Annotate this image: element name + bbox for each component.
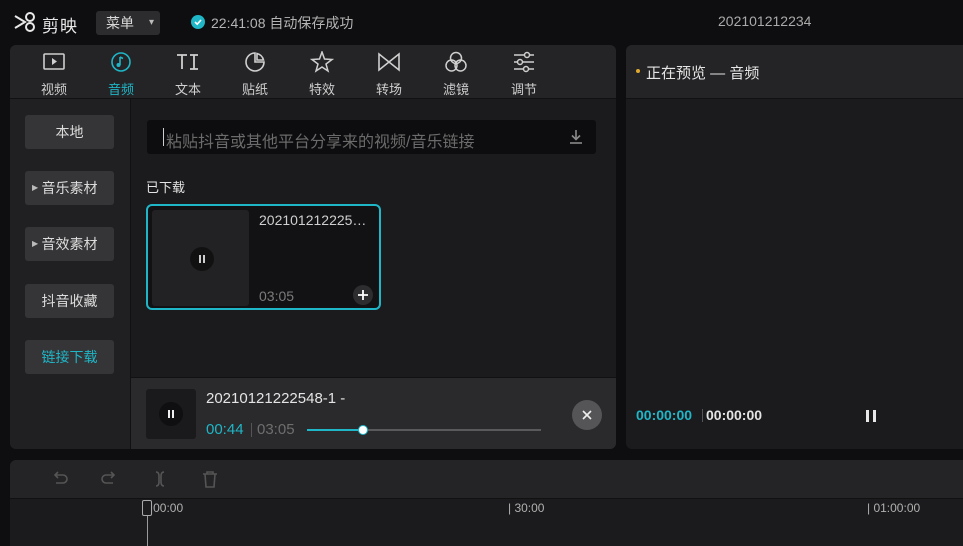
top-bar: 剪映 菜单 ▾ 22:41:08 自动保存成功 202101212234 xyxy=(0,0,963,44)
nav-item-link-download[interactable]: 链接下载 xyxy=(25,340,114,374)
tab-label: 滤镜 xyxy=(442,82,469,97)
nav-item-label: 链接下载 xyxy=(41,349,98,365)
redo-icon[interactable] xyxy=(98,468,120,490)
audio-player-bar: 20210121222548-1 - 00:44 03:05 xyxy=(131,377,616,449)
player-elapsed-time: 00:44 xyxy=(206,421,244,438)
nav-item-label: 音效素材 xyxy=(41,236,98,252)
audio-icon xyxy=(111,52,131,72)
player-progress-slider[interactable] xyxy=(307,425,541,435)
close-icon xyxy=(582,410,592,420)
link-input-placeholder: 粘贴抖音或其他平台分享来的视频/音乐链接 xyxy=(166,134,475,151)
split-icon[interactable] xyxy=(149,468,171,490)
adjust-icon xyxy=(514,51,534,73)
nav-item-douyin-favorites[interactable]: 抖音收藏 xyxy=(25,284,114,318)
tab-label: 贴纸 xyxy=(241,82,268,97)
nav-item-label: 音乐素材 xyxy=(41,180,98,196)
progress-handle[interactable] xyxy=(358,425,369,435)
tab-label: 特效 xyxy=(308,82,335,97)
transition-icon xyxy=(378,52,400,72)
downloaded-section-label: 已下载 xyxy=(146,180,186,195)
tab-sticker[interactable]: 贴纸 xyxy=(225,45,285,98)
tab-text[interactable]: 文本 xyxy=(158,45,218,98)
close-player-button[interactable] xyxy=(572,400,602,430)
player-total-time: 03:05 xyxy=(257,421,295,438)
tab-audio[interactable]: 音频 xyxy=(91,45,151,98)
time-divider xyxy=(251,423,252,437)
tick-label: | 01:00:00 xyxy=(867,501,921,515)
pause-icon[interactable] xyxy=(864,408,878,424)
audio-source-nav: 本地 ▶ 音乐素材 ▶ 音效素材 抖音收藏 链接下载 xyxy=(10,99,131,449)
effects-icon xyxy=(310,51,334,73)
media-panel: 视频 音频 文本 贴纸 特效 转场 滤镜 调节 本地 ▶ 音乐素材 ▶ 音效素材… xyxy=(10,45,616,449)
filter-icon xyxy=(445,51,467,72)
preview-header: 正在预览 — 音频 xyxy=(626,45,963,99)
tab-adjust[interactable]: 调节 xyxy=(494,45,554,98)
tick-label: | 30:00 xyxy=(508,501,545,515)
tab-label: 视频 xyxy=(40,82,67,97)
tab-filter[interactable]: 滤镜 xyxy=(426,45,486,98)
tab-transition[interactable]: 转场 xyxy=(359,45,419,98)
progress-fill xyxy=(307,429,363,431)
audio-duration: 03:05 xyxy=(259,288,295,304)
video-icon xyxy=(43,53,65,70)
tab-label: 文本 xyxy=(174,82,201,97)
preview-total-time: 00:00:00 xyxy=(706,407,763,423)
link-input[interactable]: 粘贴抖音或其他平台分享来的视频/音乐链接 xyxy=(147,120,596,154)
tab-video[interactable]: 视频 xyxy=(24,45,84,98)
timeline-toolbar xyxy=(10,460,963,499)
tab-label: 转场 xyxy=(375,82,402,97)
nav-item-label: 本地 xyxy=(55,124,84,140)
sticker-icon xyxy=(245,52,265,72)
nav-item-local[interactable]: 本地 xyxy=(25,115,114,149)
status-dot xyxy=(636,69,640,73)
timeline-ruler[interactable]: |00:00 | 30:00 | 01:00:00 xyxy=(10,499,963,546)
tick-label: |00:00 xyxy=(150,501,184,515)
undo-icon[interactable] xyxy=(49,468,71,490)
player-thumbnail xyxy=(146,389,196,439)
download-icon[interactable] xyxy=(568,128,584,146)
menu-dropdown[interactable]: 菜单 ▾ xyxy=(96,11,160,35)
text-caret xyxy=(163,128,164,146)
preview-panel: 正在预览 — 音频 00:00:00 00:00:00 xyxy=(626,45,963,449)
add-to-timeline-button[interactable] xyxy=(353,285,373,305)
expand-arrow-icon: ▶ xyxy=(32,183,39,192)
media-category-toolbar: 视频 音频 文本 贴纸 特效 转场 滤镜 调节 xyxy=(10,45,616,99)
pause-icon[interactable] xyxy=(159,402,183,426)
project-title: 202101212234 xyxy=(718,13,812,29)
audio-thumbnail xyxy=(152,210,249,306)
plus-icon xyxy=(358,290,368,300)
text-icon xyxy=(177,54,198,70)
nav-item-music-library[interactable]: ▶ 音乐素材 xyxy=(25,171,114,205)
tab-effects[interactable]: 特效 xyxy=(292,45,352,98)
menu-label: 菜单 xyxy=(106,15,134,31)
pause-icon[interactable] xyxy=(190,247,214,271)
timeline-panel: |00:00 | 30:00 | 01:00:00 xyxy=(10,460,963,546)
preview-title: 正在预览 — 音频 xyxy=(646,65,760,82)
tab-label: 音频 xyxy=(107,82,134,97)
preview-current-time: 00:00:00 xyxy=(636,407,693,423)
autosave-status: 22:41:08 自动保存成功 xyxy=(211,15,354,31)
downloaded-audio-card[interactable]: 202101212225… 03:05 xyxy=(146,204,381,310)
nav-item-sound-effects[interactable]: ▶ 音效素材 xyxy=(25,227,114,261)
time-divider xyxy=(702,409,703,422)
playhead-handle[interactable] xyxy=(142,500,152,516)
chevron-down-icon: ▾ xyxy=(148,17,154,28)
delete-icon[interactable] xyxy=(199,468,221,490)
tab-label: 调节 xyxy=(510,82,537,97)
audio-title: 202101212225… xyxy=(259,212,367,228)
checkmark-icon xyxy=(191,15,205,29)
capcut-logo-icon xyxy=(14,12,35,32)
player-track-title: 20210121222548-1 - xyxy=(206,390,346,407)
app-name: 剪映 xyxy=(42,17,78,36)
nav-item-label: 抖音收藏 xyxy=(41,293,98,309)
expand-arrow-icon: ▶ xyxy=(32,239,39,248)
